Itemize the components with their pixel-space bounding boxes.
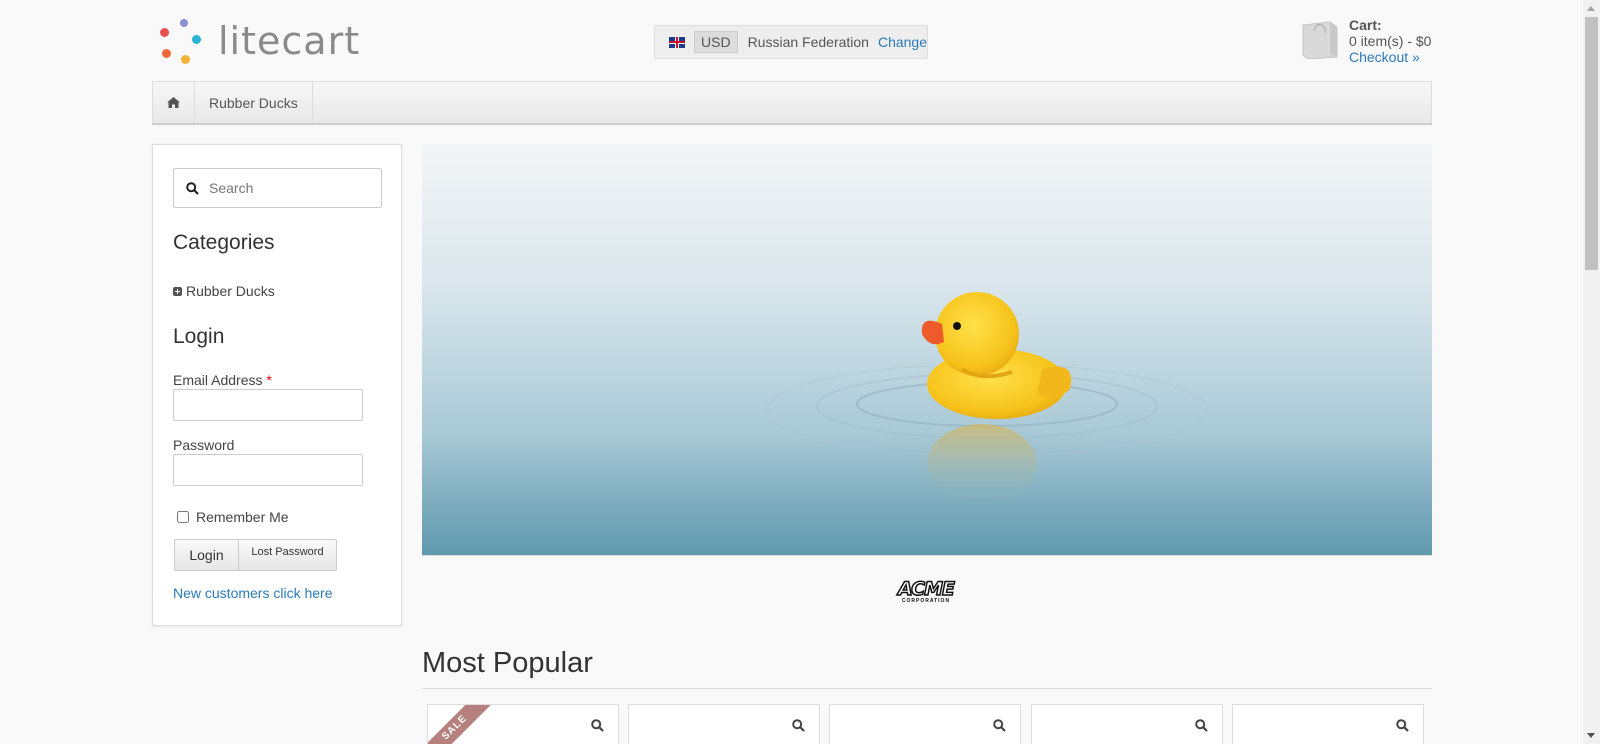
search-icon	[186, 181, 199, 195]
zoom-icon[interactable]	[1195, 719, 1208, 732]
change-region-link[interactable]: Change	[878, 34, 927, 50]
logo-dot-yellow	[181, 55, 190, 64]
scrollbar-thumb[interactable]	[1585, 17, 1598, 270]
cart-summary: Cart: 0 item(s) - $0 Checkout »	[1349, 17, 1431, 65]
cart-title: Cart:	[1349, 17, 1382, 33]
category-rubber-ducks[interactable]: Rubber Ducks	[173, 283, 275, 299]
manufacturer-logo-acme[interactable]: ACME CORPORATION	[893, 578, 959, 608]
email-field[interactable]	[173, 389, 363, 421]
zoom-icon[interactable]	[993, 719, 1006, 732]
page-scrollbar[interactable]	[1583, 0, 1600, 744]
search-input[interactable]	[209, 180, 369, 196]
required-mark: *	[266, 372, 272, 388]
new-customers-link[interactable]: New customers click here	[173, 585, 333, 601]
expand-plus-icon[interactable]	[173, 286, 182, 296]
checkout-link[interactable]: Checkout »	[1349, 49, 1420, 65]
remember-me-checkbox[interactable]	[177, 511, 189, 523]
remember-me[interactable]: Remember Me	[177, 509, 289, 525]
acme-logo-word: ACME	[897, 578, 955, 600]
cart-item-count: 0 item(s) - $0	[1349, 33, 1432, 49]
product-card[interactable]: SALE	[427, 704, 619, 744]
logo-dot-orange	[162, 49, 171, 58]
scroll-down-arrow-icon[interactable]	[1583, 727, 1600, 744]
home-icon	[167, 97, 180, 108]
password-label: Password	[173, 437, 235, 453]
uk-flag-icon	[669, 36, 685, 48]
logo-dot-blue	[192, 35, 201, 44]
product-card[interactable]	[1031, 704, 1223, 744]
categories-heading: Categories	[173, 231, 275, 254]
most-popular-heading: Most Popular	[422, 647, 593, 679]
logo-text: litecart	[218, 19, 361, 63]
product-card[interactable]	[628, 704, 820, 744]
currency-badge: USD	[694, 31, 738, 53]
zoom-icon[interactable]	[591, 719, 604, 732]
login-heading: Login	[173, 325, 225, 348]
lost-password-button[interactable]: Lost Password	[239, 540, 336, 570]
home-button[interactable]	[153, 82, 195, 123]
product-card[interactable]	[829, 704, 1021, 744]
email-label: Email Address *	[173, 372, 272, 388]
zoom-icon[interactable]	[792, 719, 805, 732]
main-navigation: Rubber Ducks	[152, 81, 1432, 125]
logo-dot-purple	[180, 19, 188, 27]
product-card[interactable]	[1232, 704, 1424, 744]
zoom-icon[interactable]	[1396, 719, 1409, 732]
shopping-bag-icon[interactable]	[1300, 19, 1340, 60]
nav-item-rubber-ducks[interactable]: Rubber Ducks	[195, 82, 313, 123]
region-selector: USD Russian Federation Change	[654, 25, 928, 59]
login-button[interactable]: Login	[175, 540, 239, 570]
password-field[interactable]	[173, 454, 363, 486]
site-logo[interactable]: litecart	[158, 18, 368, 68]
country-label: Russian Federation	[747, 34, 869, 50]
sidebar: Categories Rubber Ducks Login Email Addr…	[152, 144, 402, 626]
login-button-group: Login Lost Password	[174, 539, 337, 571]
category-label: Rubber Ducks	[186, 283, 275, 299]
email-label-text: Email Address	[173, 372, 263, 388]
remember-me-label: Remember Me	[196, 509, 289, 525]
sale-ribbon: SALE	[428, 705, 494, 744]
acme-logo-sub: CORPORATION	[901, 598, 951, 604]
search-box[interactable]	[173, 168, 382, 208]
section-divider	[422, 688, 1432, 689]
logo-dot-red	[160, 28, 169, 37]
hero-banner-image[interactable]	[422, 144, 1432, 556]
scroll-up-arrow-icon[interactable]	[1583, 0, 1600, 17]
